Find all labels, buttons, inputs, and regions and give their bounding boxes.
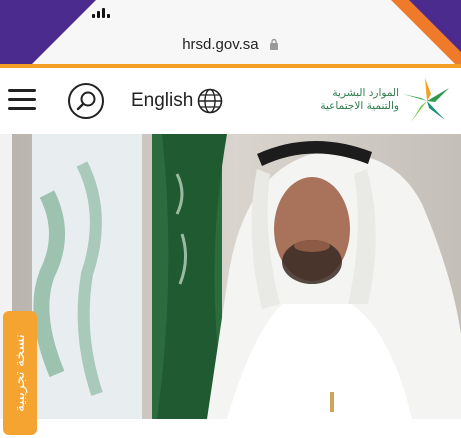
content-strip	[0, 419, 461, 438]
url-text[interactable]: hrsd.gov.sa	[182, 36, 258, 53]
beta-version-tab[interactable]: نسخة تجريبية	[3, 311, 37, 435]
search-button[interactable]	[67, 82, 105, 120]
lock-icon	[269, 37, 279, 54]
logo-star-icon	[403, 78, 449, 122]
logo-text: الموارد البشرية والتنمية الاجتماعية	[320, 87, 399, 112]
ministry-logo[interactable]: الموارد البشرية والتنمية الاجتماعية	[293, 76, 453, 126]
language-toggle[interactable]: English	[131, 88, 223, 114]
minister-photo	[12, 134, 461, 419]
menu-button[interactable]	[8, 89, 36, 111]
beta-version-label: نسخة تجريبية	[12, 334, 28, 412]
hero-image	[12, 134, 461, 419]
decorative-corner-right	[391, 0, 461, 70]
search-icon	[68, 83, 104, 119]
site-header: English الموارد البشرية والتنمية الاجتما…	[0, 68, 461, 134]
language-label: English	[131, 90, 194, 111]
globe-icon	[198, 88, 223, 114]
